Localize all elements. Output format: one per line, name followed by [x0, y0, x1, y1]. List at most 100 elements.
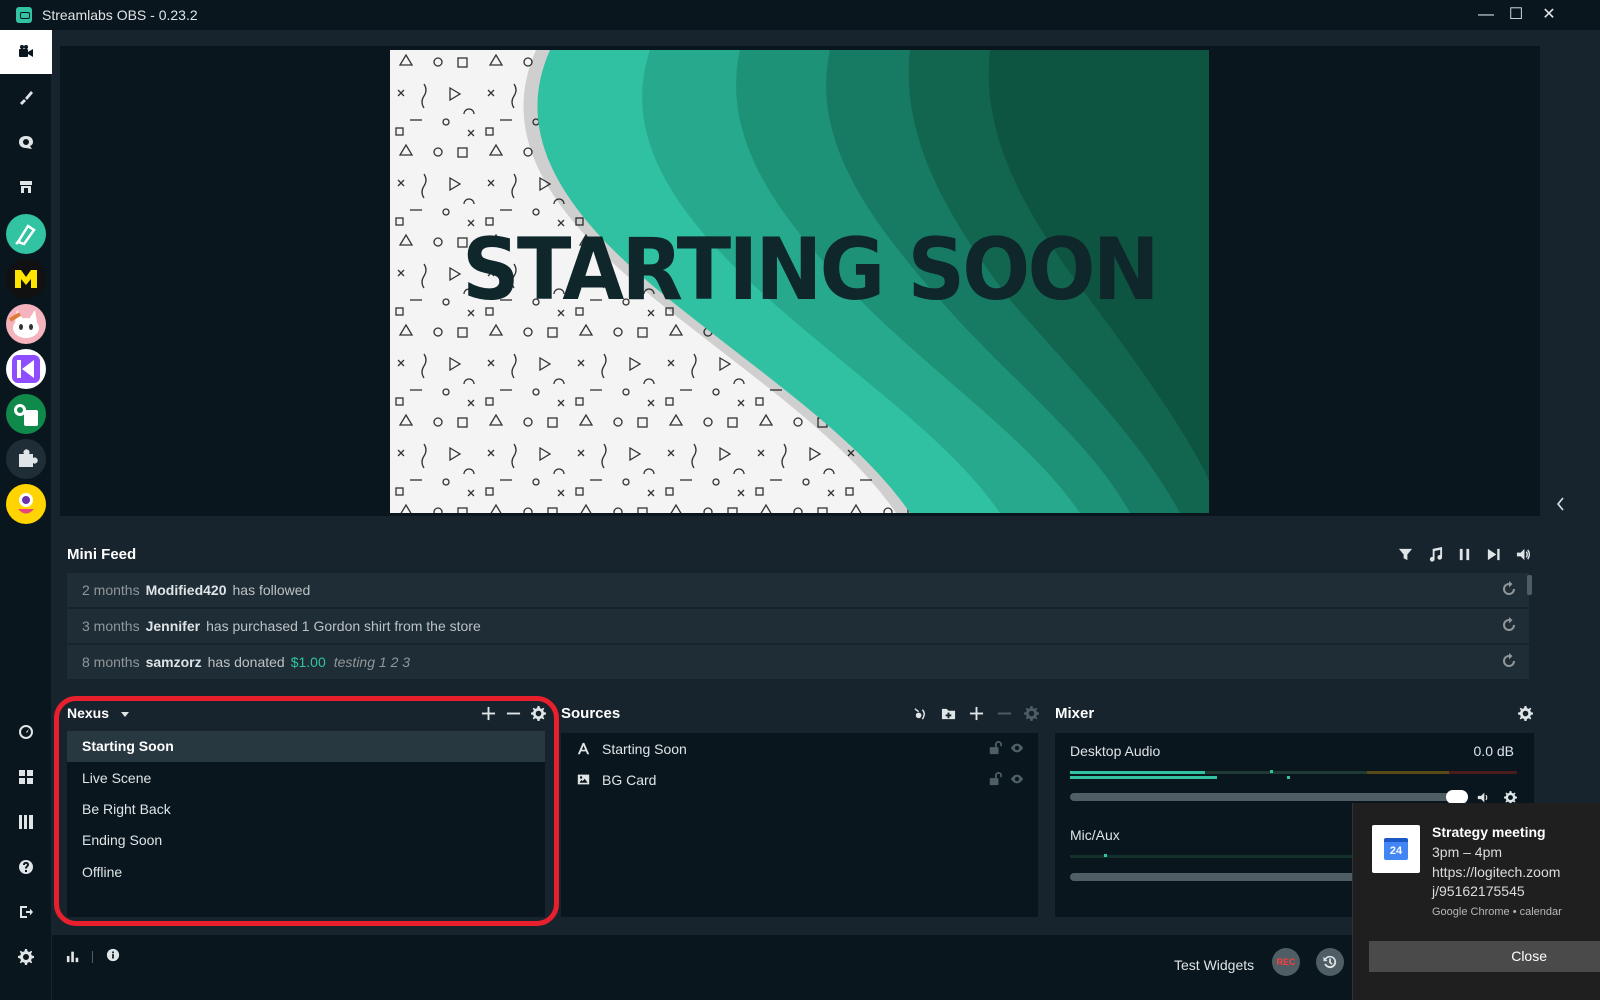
source-name: Starting Soon — [602, 740, 687, 757]
volume-icon — [1516, 548, 1530, 560]
help-icon — [19, 860, 33, 874]
chevron-left-icon — [1556, 497, 1564, 511]
replay-alert-button[interactable] — [1501, 617, 1519, 635]
nav-layout[interactable] — [0, 755, 52, 799]
stats-icon[interactable] — [66, 949, 80, 963]
nav-store[interactable] — [0, 165, 52, 209]
event-time: 3 months — [82, 618, 140, 634]
scene-preview-canvas[interactable]: STARTING SOON — [390, 50, 1209, 513]
history-icon — [1323, 955, 1337, 969]
replay-buffer-button[interactable] — [1316, 948, 1344, 976]
calendar-day: 24 — [1384, 838, 1408, 860]
replay-icon — [1503, 617, 1515, 631]
notification-close-button[interactable]: Close — [1369, 941, 1600, 972]
eye-icon[interactable] — [1010, 772, 1024, 786]
notification-title: Strategy meeting — [1432, 824, 1546, 840]
mixer-title: Mixer — [1055, 705, 1095, 722]
nav-themes[interactable] — [0, 75, 52, 119]
mixer-settings-button[interactable] — [1516, 704, 1534, 722]
nav-chatbot[interactable] — [0, 120, 52, 164]
replay-alert-button[interactable] — [1501, 653, 1519, 671]
desktop-audio-volume-slider[interactable] — [1070, 793, 1454, 801]
nav-help[interactable] — [0, 845, 52, 889]
monster-face-icon — [18, 493, 34, 514]
replay-icon — [1503, 581, 1515, 595]
feed-skip-button[interactable] — [1484, 545, 1502, 563]
event-message: has donated — [207, 654, 285, 670]
feed-event-row: 8 months samzorz has donated $1.00 testi… — [67, 645, 1529, 679]
mini-feed-panel: Mini Feed 2 months Modified420 has follo… — [52, 535, 1568, 695]
info-icon[interactable] — [106, 948, 120, 962]
test-widgets-button[interactable]: Test Widgets — [1174, 957, 1254, 973]
collapse-panel-button[interactable] — [1552, 30, 1568, 535]
event-message: has purchased 1 Gordon shirt from the st… — [206, 618, 481, 634]
plus-icon — [969, 706, 983, 720]
add-folder-button[interactable] — [939, 704, 957, 722]
event-user: Modified420 — [145, 582, 227, 598]
puzzle-icon — [19, 449, 38, 467]
nav-editor[interactable] — [0, 30, 52, 74]
eye-icon[interactable] — [1010, 741, 1024, 755]
desktop-notification[interactable]: 24 Strategy meeting 3pm – 4pm https://lo… — [1352, 803, 1600, 1000]
app-icon-k[interactable] — [6, 349, 46, 389]
source-properties-button[interactable] — [1022, 704, 1040, 722]
slider-handle[interactable] — [1446, 790, 1468, 804]
pen-icon — [15, 224, 36, 246]
minimize-button[interactable]: — — [1474, 4, 1498, 26]
notification-time: 3pm – 4pm — [1432, 844, 1503, 860]
app-icon-cat[interactable] — [6, 304, 46, 344]
notification-link-cont: j/95162175545 — [1432, 883, 1525, 899]
minus-icon — [997, 712, 1011, 714]
close-window-button[interactable]: ✕ — [1537, 4, 1561, 26]
source-fx-button[interactable] — [911, 704, 929, 722]
app-icon-green[interactable] — [6, 394, 46, 434]
feed-pause-button[interactable] — [1455, 545, 1473, 563]
app-icon-puzzle[interactable] — [6, 439, 46, 479]
unlock-icon[interactable] — [988, 741, 1002, 755]
text-icon — [576, 742, 590, 756]
feed-filter-button[interactable] — [1396, 545, 1414, 563]
pause-icon — [1459, 548, 1469, 560]
gear-icon — [1023, 705, 1039, 721]
notification-link: https://logitech.zoom — [1432, 864, 1561, 880]
app-icon-alert-box[interactable] — [6, 214, 46, 254]
feed-mute-button[interactable] — [1514, 545, 1532, 563]
columns-icon — [19, 815, 33, 829]
remove-source-button[interactable] — [995, 704, 1013, 722]
feed-event-row: 2 months Modified420 has followed — [67, 573, 1529, 607]
scenes-highlight-outline — [54, 696, 559, 926]
left-navigation — [0, 30, 52, 1000]
maximize-button[interactable]: ☐ — [1504, 4, 1528, 26]
channel-name: Desktop Audio — [1070, 743, 1161, 759]
app-icon-m[interactable] — [6, 259, 46, 299]
replay-alert-button[interactable] — [1501, 581, 1519, 599]
window-title: Streamlabs OBS - 0.23.2 — [42, 7, 198, 23]
nav-dashboard[interactable] — [0, 710, 52, 754]
logout-icon — [20, 906, 33, 918]
notification-source: Google Chrome • calendar — [1432, 906, 1562, 918]
gear-icon — [1517, 705, 1533, 721]
source-list: Starting Soon BG Card — [561, 733, 1038, 917]
sources-panel: Sources Starting Soon BG Card — [559, 695, 1053, 935]
unlock-icon[interactable] — [988, 772, 1002, 786]
nav-logout[interactable] — [0, 890, 52, 934]
m-logo-icon — [15, 270, 37, 288]
event-time: 8 months — [82, 654, 140, 670]
nav-settings[interactable] — [0, 935, 52, 979]
k-logo-icon — [12, 355, 40, 383]
channel-name: Mic/Aux — [1070, 827, 1120, 843]
event-user: Jennifer — [145, 618, 201, 634]
feed-media-button[interactable] — [1426, 545, 1444, 563]
event-time: 2 months — [82, 582, 140, 598]
feed-scrollbar[interactable] — [1527, 575, 1532, 595]
nav-studio-mode[interactable] — [0, 800, 52, 844]
sources-title: Sources — [561, 705, 621, 722]
record-button[interactable]: REC — [1272, 948, 1300, 976]
filter-icon — [1398, 548, 1412, 560]
add-source-button[interactable] — [967, 704, 985, 722]
source-item[interactable]: Starting Soon — [561, 733, 1039, 764]
source-item[interactable]: BG Card — [561, 764, 1039, 795]
folder-plus-icon — [941, 708, 955, 719]
app-icon-monster[interactable] — [6, 484, 46, 524]
mini-feed-title: Mini Feed — [67, 546, 137, 563]
